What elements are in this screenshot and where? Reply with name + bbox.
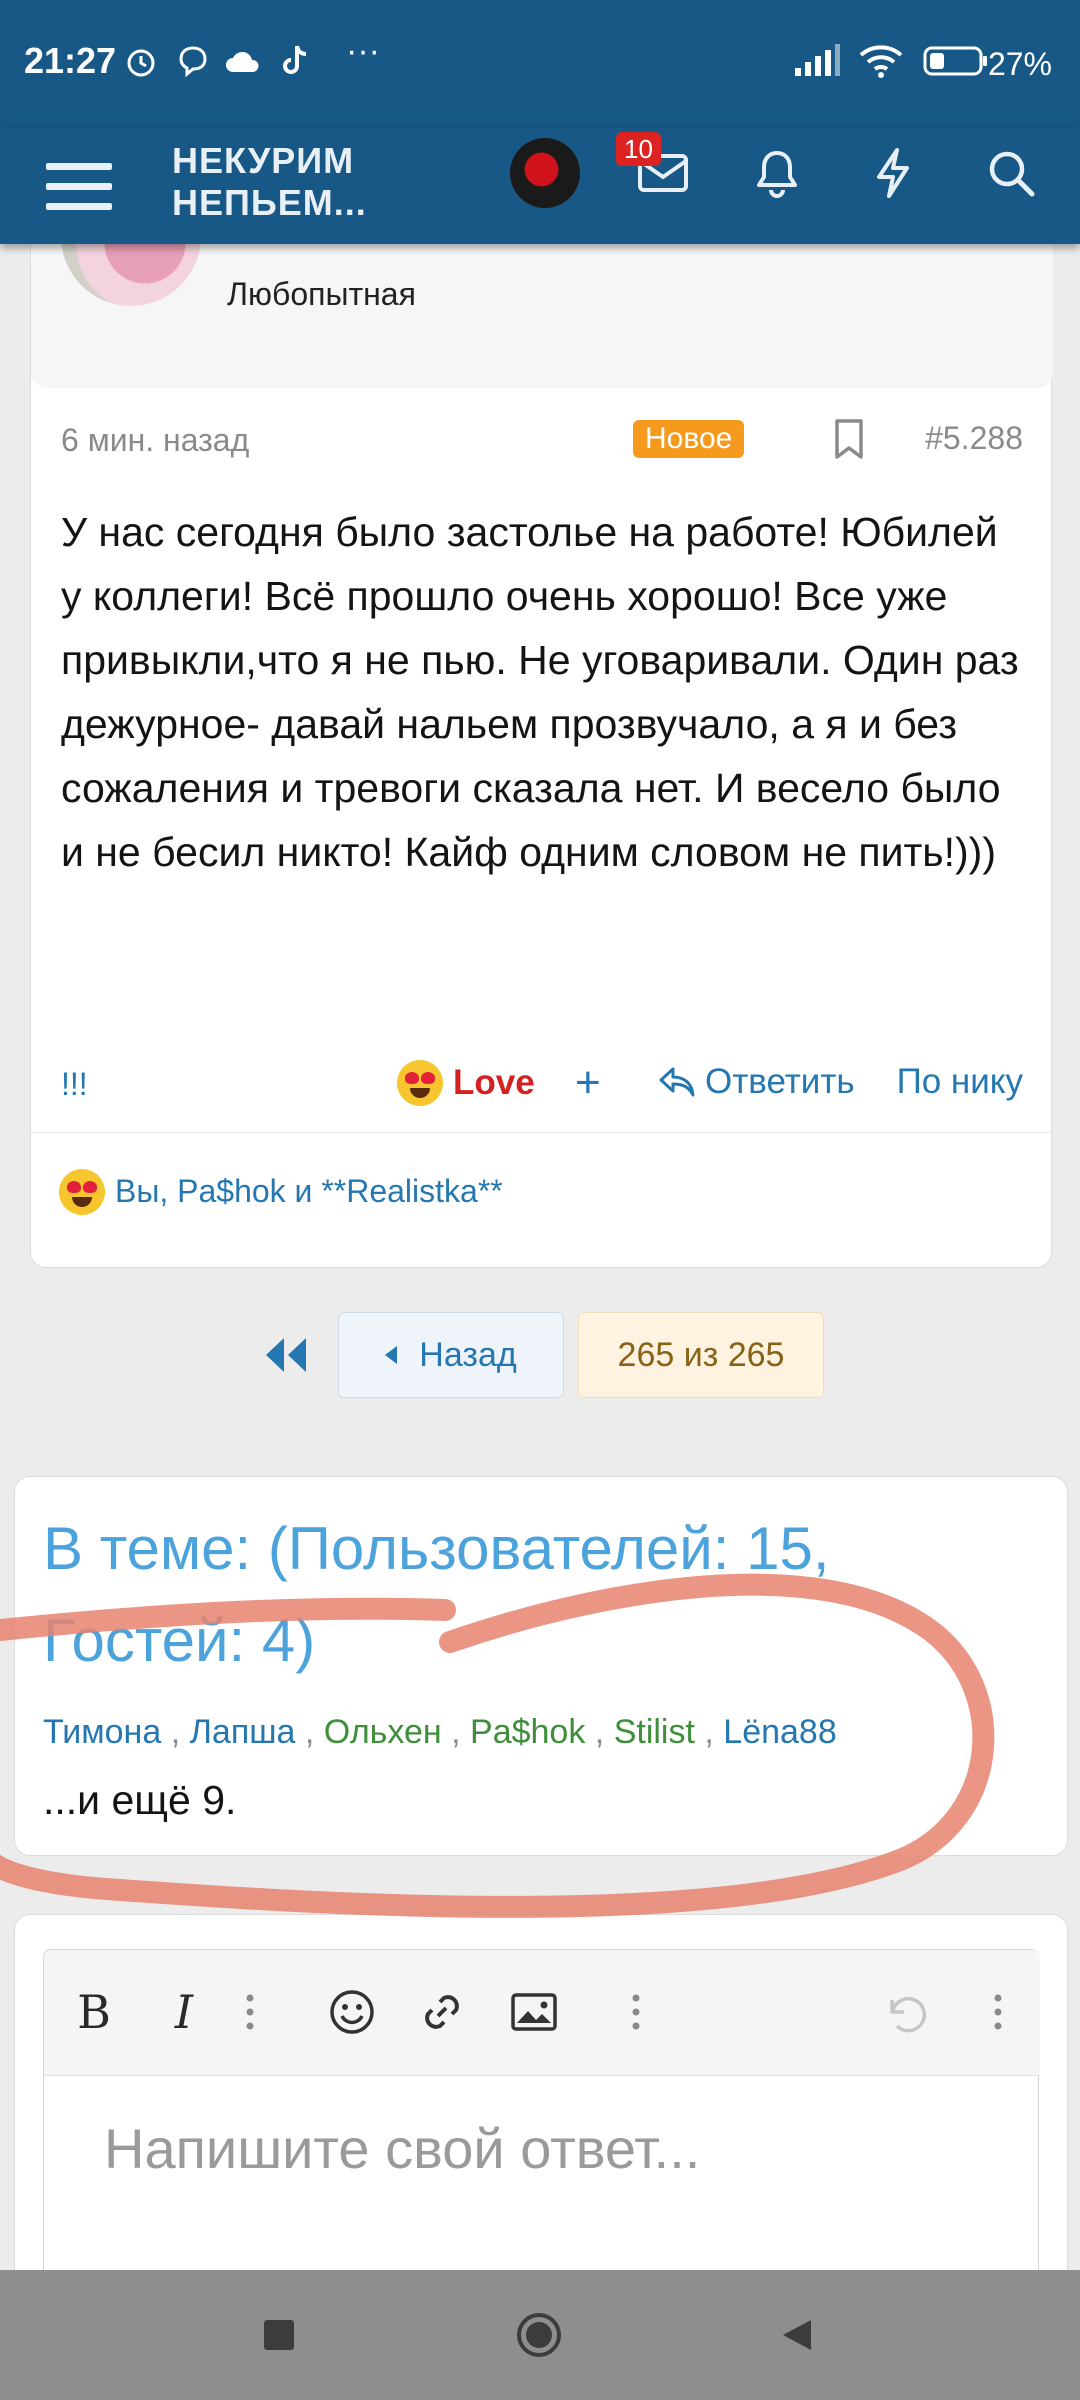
more-notifications-icon: ···	[346, 31, 380, 70]
reply-placeholder: Напишите свой ответ...	[104, 2117, 701, 2180]
bell-icon[interactable]	[742, 138, 812, 208]
post-time[interactable]: 6 мин. назад	[61, 422, 249, 459]
logo-line-1: НЕКУРИМ	[172, 140, 355, 181]
page-counter[interactable]: 265 из 265	[578, 1312, 824, 1398]
link-icon[interactable]	[412, 1980, 472, 2044]
online-in-topic: В теме: (Пользователей: 15, Гостей: 4) Т…	[14, 1476, 1068, 1856]
more-vertical-icon[interactable]	[230, 1980, 270, 2044]
online-users-list: Тимона , Лапша , Ольхен , Pa$hok , Stili…	[43, 1713, 837, 1751]
user-link[interactable]: Лапша	[190, 1713, 296, 1751]
heart-eyes-emoji-icon	[397, 1060, 443, 1106]
account-avatar[interactable]	[510, 138, 580, 208]
love-label: Love	[453, 1063, 535, 1102]
add-multiquote-button[interactable]: +	[575, 1058, 601, 1108]
battery-icon	[922, 42, 990, 80]
menu-icon[interactable]	[46, 146, 112, 226]
post-card: Любопытная 6 мин. назад Новое #5.288 У н…	[30, 166, 1053, 1268]
reactions-users[interactable]: Вы, Pa$hok и **Realistka**	[115, 1173, 503, 1210]
post-body: У нас сегодня было застолье на работе! Ю…	[61, 509, 1019, 875]
new-badge: Новое	[633, 420, 745, 458]
user-link[interactable]: Stilist	[614, 1713, 695, 1751]
site-logo[interactable]: НЕКУРИМ НЕПЬЕМ...	[172, 140, 367, 224]
status-bar: 21:27 ··· 27%	[0, 0, 1080, 128]
smiley-icon[interactable]	[322, 1980, 382, 2044]
user-link[interactable]: Ольхен	[324, 1713, 442, 1751]
chevron-left-icon	[385, 1346, 398, 1364]
image-icon[interactable]	[504, 1980, 564, 2044]
love-reaction-button[interactable]: Love	[397, 1060, 535, 1106]
undo-icon[interactable]	[874, 1980, 934, 2044]
system-navigation-bar	[0, 2270, 1080, 2400]
recents-icon[interactable]	[244, 2300, 314, 2370]
editor-toolbar: B I	[44, 1950, 1040, 2076]
user-title: Любопытная	[227, 276, 416, 312]
user-link[interactable]: Тимона	[43, 1713, 161, 1751]
inbox-badge: 10	[616, 132, 661, 166]
battery-percent: 27%	[987, 46, 1052, 82]
cloud-icon	[224, 42, 262, 80]
reply-button[interactable]: Ответить	[657, 1062, 855, 1102]
prev-page-label: Назад	[419, 1335, 517, 1374]
exclamation-reaction[interactable]: !!!	[61, 1066, 88, 1103]
quote-by-nick-button[interactable]: По нику	[897, 1062, 1023, 1102]
bold-button[interactable]: B	[64, 1980, 124, 2044]
reply-icon	[659, 1067, 695, 1097]
back-icon[interactable]	[762, 2300, 832, 2370]
pagination: Назад 265 из 265	[0, 1312, 1080, 1398]
online-more: ...и ещё 9.	[43, 1777, 237, 1823]
lightning-icon[interactable]	[858, 138, 928, 208]
wifi-icon	[856, 42, 906, 80]
reactions-summary[interactable]: Вы, Pa$hok и **Realistka**	[31, 1132, 1053, 1268]
more-vertical-icon[interactable]	[616, 1980, 656, 2044]
tiktok-icon	[276, 42, 314, 80]
alarm-icon	[122, 42, 160, 80]
logo-line-2: НЕПЬЕМ...	[172, 182, 367, 223]
heart-eyes-emoji-icon	[59, 1169, 105, 1215]
user-link[interactable]: Lëna88	[723, 1713, 836, 1751]
first-page-icon[interactable]	[262, 1332, 314, 1380]
post-number[interactable]: #5.288	[925, 420, 1023, 457]
italic-button[interactable]: I	[154, 1980, 214, 2044]
post-actions: !!! Love + Ответить По нику	[61, 1056, 1023, 1116]
bookmark-icon[interactable]	[831, 418, 871, 462]
prev-page-button[interactable]: Назад	[338, 1312, 564, 1398]
more-vertical-icon[interactable]	[978, 1980, 1018, 2044]
clock: 21:27	[24, 40, 117, 81]
reply-label: Ответить	[705, 1062, 855, 1101]
search-icon[interactable]	[976, 138, 1046, 208]
online-title: В теме: (Пользователей: 15, Гостей: 4)	[43, 1515, 830, 1674]
app-header: НЕКУРИМ НЕПЬЕМ... 10	[0, 128, 1080, 244]
home-icon[interactable]	[504, 2300, 574, 2370]
user-link[interactable]: Pa$hok	[470, 1713, 585, 1751]
signal-icon	[792, 42, 842, 80]
viber-icon	[174, 42, 212, 80]
